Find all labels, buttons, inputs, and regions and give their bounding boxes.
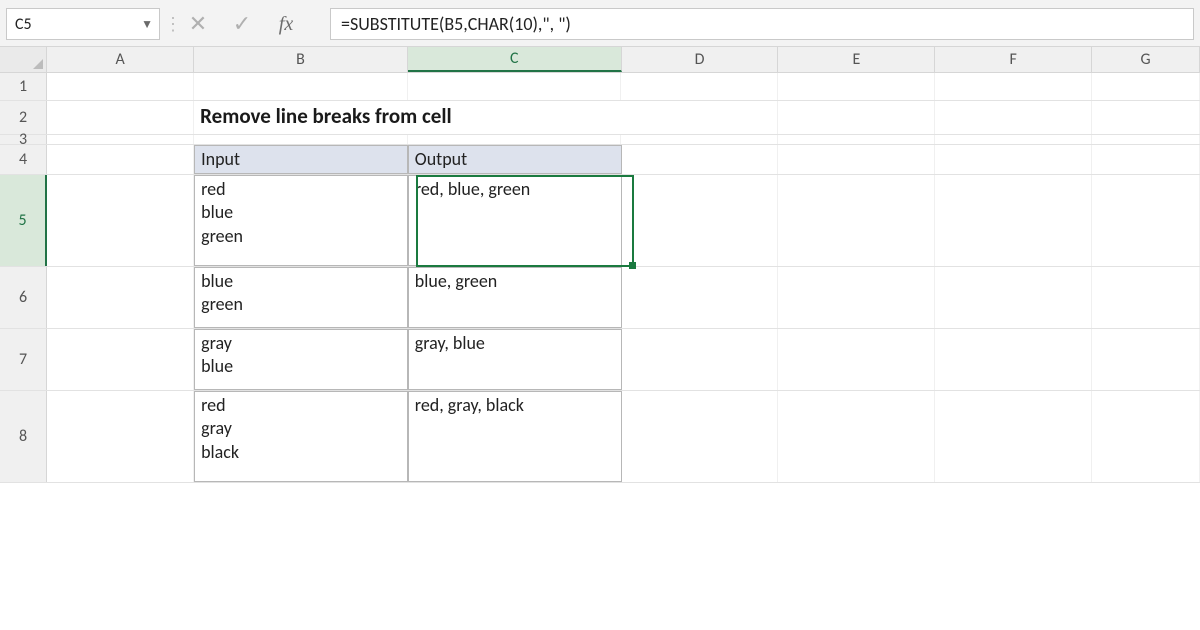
cell-F1[interactable] <box>935 73 1092 100</box>
formula-buttons: ⋮ ✕ ✓ fx <box>170 8 308 40</box>
cell-B1[interactable] <box>194 73 408 100</box>
cell-D4[interactable] <box>622 145 779 174</box>
cell-B3[interactable] <box>194 135 408 144</box>
col-header-E[interactable]: E <box>778 47 935 72</box>
cell-D1[interactable] <box>621 73 778 100</box>
select-all-corner[interactable] <box>0 47 47 72</box>
col-header-F[interactable]: F <box>935 47 1092 72</box>
cell-A4[interactable] <box>47 145 194 174</box>
cell-F5[interactable] <box>935 175 1092 266</box>
spreadsheet-grid: 1 2 Remove line breaks from cell 3 4 Inp… <box>0 73 1200 483</box>
cancel-formula-button[interactable]: ✕ <box>176 8 220 40</box>
cell-A1[interactable] <box>47 73 194 100</box>
cell-F2[interactable] <box>935 101 1092 134</box>
cell-C8[interactable]: red, gray, black <box>408 391 622 482</box>
cell-A2[interactable] <box>47 101 194 134</box>
cell-G1[interactable] <box>1092 73 1200 100</box>
x-icon: ✕ <box>189 11 207 37</box>
cell-E5[interactable] <box>778 175 935 266</box>
formula-text: =SUBSTITUTE(B5,CHAR(10),", ") <box>341 13 571 35</box>
cell-A3[interactable] <box>47 135 194 144</box>
col-header-D[interactable]: D <box>622 47 779 72</box>
row-2: 2 Remove line breaks from cell <box>0 101 1200 135</box>
row-header-3[interactable]: 3 <box>0 135 47 144</box>
cell-E8[interactable] <box>778 391 935 482</box>
cell-B4-header-input[interactable]: Input <box>194 145 408 174</box>
cell-D5[interactable] <box>622 175 779 266</box>
name-box-dropdown-icon[interactable]: ▼ <box>141 17 153 32</box>
fx-button[interactable]: fx <box>264 13 308 36</box>
cell-D8[interactable] <box>622 391 779 482</box>
cell-G5[interactable] <box>1092 175 1200 266</box>
cell-B8[interactable]: red gray black <box>194 391 408 482</box>
name-box-value: C5 <box>15 15 141 34</box>
cell-E6[interactable] <box>778 267 935 328</box>
cell-F3[interactable] <box>935 135 1092 144</box>
cell-B2-title[interactable]: Remove line breaks from cell <box>194 101 621 134</box>
enter-formula-button[interactable]: ✓ <box>220 8 264 40</box>
row-7: 7 gray blue gray, blue <box>0 329 1200 391</box>
cell-E3[interactable] <box>778 135 935 144</box>
cell-G8[interactable] <box>1092 391 1200 482</box>
cell-F7[interactable] <box>935 329 1092 390</box>
cell-A8[interactable] <box>47 391 194 482</box>
cell-C3[interactable] <box>408 135 622 144</box>
cell-D7[interactable] <box>622 329 779 390</box>
cell-G3[interactable] <box>1092 135 1200 144</box>
cell-F4[interactable] <box>935 145 1092 174</box>
formula-bar-row: C5 ▼ ⋮ ✕ ✓ fx =SUBSTITUTE(B5,CHAR(10),",… <box>0 0 1200 46</box>
col-header-C[interactable]: C <box>408 47 622 72</box>
row-header-5[interactable]: 5 <box>0 175 47 266</box>
row-1: 1 <box>0 73 1200 101</box>
row-header-7[interactable]: 7 <box>0 329 47 390</box>
cell-E4[interactable] <box>778 145 935 174</box>
cell-C6[interactable]: blue, green <box>408 267 622 328</box>
row-header-6[interactable]: 6 <box>0 267 47 328</box>
cell-B5[interactable]: red blue green <box>194 175 408 266</box>
row-header-8[interactable]: 8 <box>0 391 47 482</box>
cell-F8[interactable] <box>935 391 1092 482</box>
fx-icon: fx <box>279 13 293 36</box>
cell-G4[interactable] <box>1092 145 1200 174</box>
row-4: 4 Input Output <box>0 145 1200 175</box>
row-3: 3 <box>0 135 1200 145</box>
cell-D3[interactable] <box>621 135 778 144</box>
row-header-4[interactable]: 4 <box>0 145 47 174</box>
cell-C1[interactable] <box>408 73 622 100</box>
cell-C7[interactable]: gray, blue <box>408 329 622 390</box>
cell-C5[interactable]: red, blue, green <box>408 175 622 266</box>
formula-input[interactable]: =SUBSTITUTE(B5,CHAR(10),", ") <box>330 8 1194 40</box>
cell-C4-header-output[interactable]: Output <box>408 145 622 174</box>
row-8: 8 red gray black red, gray, black <box>0 391 1200 483</box>
cell-B6[interactable]: blue green <box>194 267 408 328</box>
cell-E1[interactable] <box>778 73 935 100</box>
cell-E2[interactable] <box>778 101 935 134</box>
row-6: 6 blue green blue, green <box>0 267 1200 329</box>
row-5: 5 red blue green red, blue, green <box>0 175 1200 267</box>
cell-G6[interactable] <box>1092 267 1200 328</box>
col-header-G[interactable]: G <box>1092 47 1200 72</box>
cell-B7[interactable]: gray blue <box>194 329 408 390</box>
cell-A5[interactable] <box>47 175 194 266</box>
cell-E7[interactable] <box>778 329 935 390</box>
cell-A7[interactable] <box>47 329 194 390</box>
cell-G7[interactable] <box>1092 329 1200 390</box>
cell-D6[interactable] <box>622 267 779 328</box>
name-box[interactable]: C5 ▼ <box>6 8 160 40</box>
cell-G2[interactable] <box>1092 101 1200 134</box>
col-header-A[interactable]: A <box>47 47 194 72</box>
cell-F6[interactable] <box>935 267 1092 328</box>
cell-D2[interactable] <box>621 101 778 134</box>
column-headers: A B C D E F G <box>0 47 1200 73</box>
cell-A6[interactable] <box>47 267 194 328</box>
check-icon: ✓ <box>233 11 251 37</box>
row-header-1[interactable]: 1 <box>0 73 47 100</box>
col-header-B[interactable]: B <box>194 47 408 72</box>
